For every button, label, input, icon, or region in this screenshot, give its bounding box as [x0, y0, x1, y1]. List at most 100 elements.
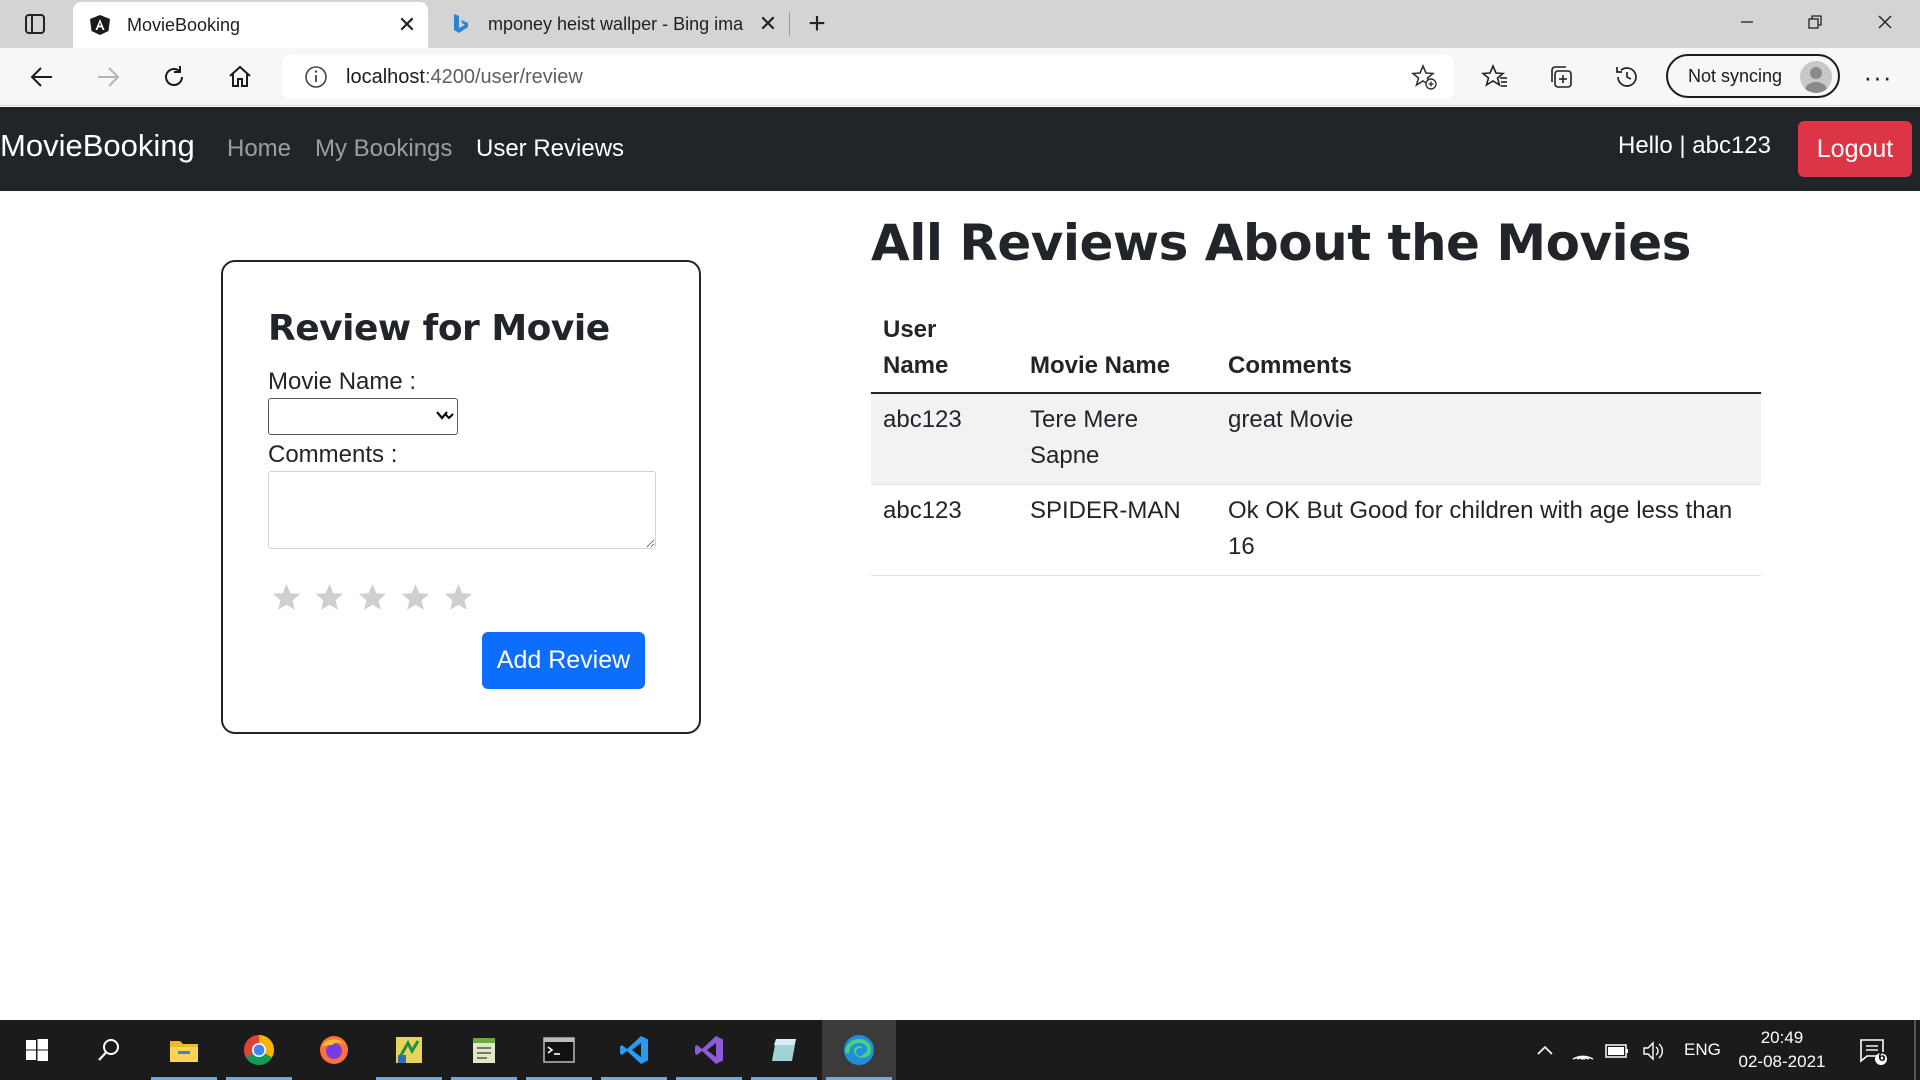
cell-movie: SPIDER-MAN	[1018, 484, 1216, 576]
column-header-user-name: User Name	[871, 304, 1018, 394]
plus-icon: +	[808, 7, 826, 40]
search-button[interactable]	[72, 1020, 146, 1080]
logout-button[interactable]: Logout	[1798, 121, 1912, 177]
profile-avatar-icon	[1800, 61, 1832, 93]
show-desktop-button[interactable]	[1914, 1020, 1916, 1080]
clock-time: 20:49	[1760, 1028, 1804, 1047]
clock-date: 02-08-2021	[1738, 1052, 1826, 1071]
brand-link[interactable]: MovieBooking	[0, 128, 195, 164]
tab-actions-button[interactable]	[12, 8, 58, 40]
taskbar-visual-studio[interactable]	[672, 1020, 746, 1080]
star-icon[interactable]	[314, 582, 345, 613]
home-button[interactable]	[220, 57, 260, 97]
settings-more-button[interactable]: ···	[1858, 57, 1898, 97]
vscode-icon	[620, 1036, 648, 1064]
comments-textarea[interactable]	[268, 471, 656, 549]
app-icon	[772, 1039, 796, 1061]
taskbar-app[interactable]	[372, 1020, 446, 1080]
start-button[interactable]	[0, 1020, 74, 1080]
notification-count: 6	[1878, 1049, 1886, 1064]
browser-toolbar: localhost:4200/user/review Not syncing ·…	[0, 48, 1920, 106]
taskbar-file-explorer[interactable]	[147, 1020, 221, 1080]
star-icon[interactable]	[400, 582, 431, 613]
star-icon[interactable]	[443, 582, 474, 613]
tab-title: mponey heist wallper - Bing ima	[488, 13, 744, 34]
file-explorer-icon	[170, 1041, 198, 1062]
visual-studio-icon	[695, 1036, 723, 1064]
forward-button[interactable]	[88, 57, 128, 97]
reviews-heading: All Reviews About the Movies	[871, 214, 1691, 272]
favorites-button[interactable]	[1475, 57, 1515, 97]
star-rating[interactable]	[271, 582, 474, 613]
site-info-icon[interactable]	[294, 55, 338, 99]
wifi-icon[interactable]	[1570, 1038, 1596, 1064]
movie-name-label: Movie Name :	[268, 368, 417, 395]
nav-link-home[interactable]: Home	[227, 135, 291, 163]
search-icon	[98, 1039, 119, 1061]
cell-comment: great Movie	[1216, 393, 1761, 485]
star-icon[interactable]	[357, 582, 388, 613]
movie-name-select[interactable]	[268, 398, 458, 435]
taskbar-notepad[interactable]	[447, 1020, 521, 1080]
refresh-button[interactable]	[154, 57, 194, 97]
back-arrow-icon	[30, 67, 52, 87]
firefox-icon	[320, 1036, 348, 1064]
back-button[interactable]	[22, 57, 62, 97]
address-bar[interactable]: localhost:4200/user/review	[282, 55, 1454, 99]
minimize-icon	[1741, 21, 1753, 23]
url-host: localhost	[346, 65, 425, 88]
taskbar-firefox[interactable]	[297, 1020, 371, 1080]
volume-icon[interactable]	[1640, 1038, 1666, 1064]
taskbar-app[interactable]	[747, 1020, 821, 1080]
more-dots-icon: ···	[1863, 61, 1893, 92]
profile-sync-button[interactable]: Not syncing	[1666, 54, 1840, 98]
chevron-up-icon[interactable]	[1532, 1038, 1558, 1064]
home-icon	[229, 65, 251, 87]
action-center-button[interactable]: 6	[1856, 1034, 1890, 1068]
cell-user: abc123	[871, 393, 1018, 485]
collections-button[interactable]	[1541, 57, 1581, 97]
restore-icon	[1808, 15, 1822, 29]
table-header-row: User Name Movie Name Comments	[871, 304, 1761, 394]
minimize-button[interactable]	[1714, 0, 1780, 44]
close-tab-icon[interactable]: ✕	[392, 10, 422, 40]
cell-user: abc123	[871, 484, 1018, 576]
new-tab-button[interactable]: +	[800, 7, 834, 41]
history-icon	[1616, 67, 1637, 87]
battery-icon[interactable]	[1604, 1038, 1630, 1064]
column-header-movie-name: Movie Name	[1018, 304, 1216, 394]
notepad-icon	[473, 1038, 495, 1063]
app-navbar: MovieBooking Home My Bookings User Revie…	[0, 107, 1920, 191]
bing-icon	[450, 13, 472, 35]
taskbar-terminal[interactable]	[522, 1020, 596, 1080]
review-form-card: Review for Movie Movie Name : Comments :…	[221, 260, 701, 734]
tab-divider	[789, 12, 790, 36]
language-indicator[interactable]: ENG	[1684, 1040, 1721, 1060]
taskbar-chrome[interactable]	[222, 1020, 296, 1080]
nav-link-my-bookings[interactable]: My Bookings	[315, 135, 452, 163]
user-greeting: Hello | abc123	[1618, 132, 1771, 159]
table-row: abc123 SPIDER-MAN Ok OK But Good for chi…	[871, 484, 1761, 576]
nav-link-user-reviews[interactable]: User Reviews	[476, 135, 624, 163]
terminal-icon	[543, 1037, 575, 1063]
cell-comment: Ok OK But Good for children with age les…	[1216, 484, 1761, 576]
restore-button[interactable]	[1782, 0, 1848, 44]
star-icon[interactable]	[271, 582, 302, 613]
windows-taskbar: ENG 20:49 02-08-2021 6	[0, 1020, 1920, 1080]
add-favorite-icon[interactable]	[1406, 59, 1442, 95]
forward-arrow-icon	[98, 67, 120, 87]
history-button[interactable]	[1607, 57, 1647, 97]
app-icon	[396, 1037, 422, 1063]
taskbar-edge[interactable]	[822, 1020, 896, 1080]
add-review-button[interactable]: Add Review	[482, 632, 645, 689]
sync-status-label: Not syncing	[1688, 65, 1783, 86]
close-tab-icon[interactable]: ✕	[753, 9, 783, 39]
tab-bing[interactable]: mponey heist wallper - Bing ima ✕	[434, 0, 789, 48]
close-window-button[interactable]	[1852, 0, 1918, 44]
url-text[interactable]: localhost:4200/user/review	[346, 66, 583, 89]
system-clock[interactable]: 20:49 02-08-2021	[1730, 1026, 1834, 1074]
taskbar-vscode[interactable]	[597, 1020, 671, 1080]
tab-actions-icon	[25, 14, 45, 34]
tab-moviebooking[interactable]: MovieBooking ✕	[73, 2, 428, 48]
refresh-icon	[165, 66, 183, 86]
